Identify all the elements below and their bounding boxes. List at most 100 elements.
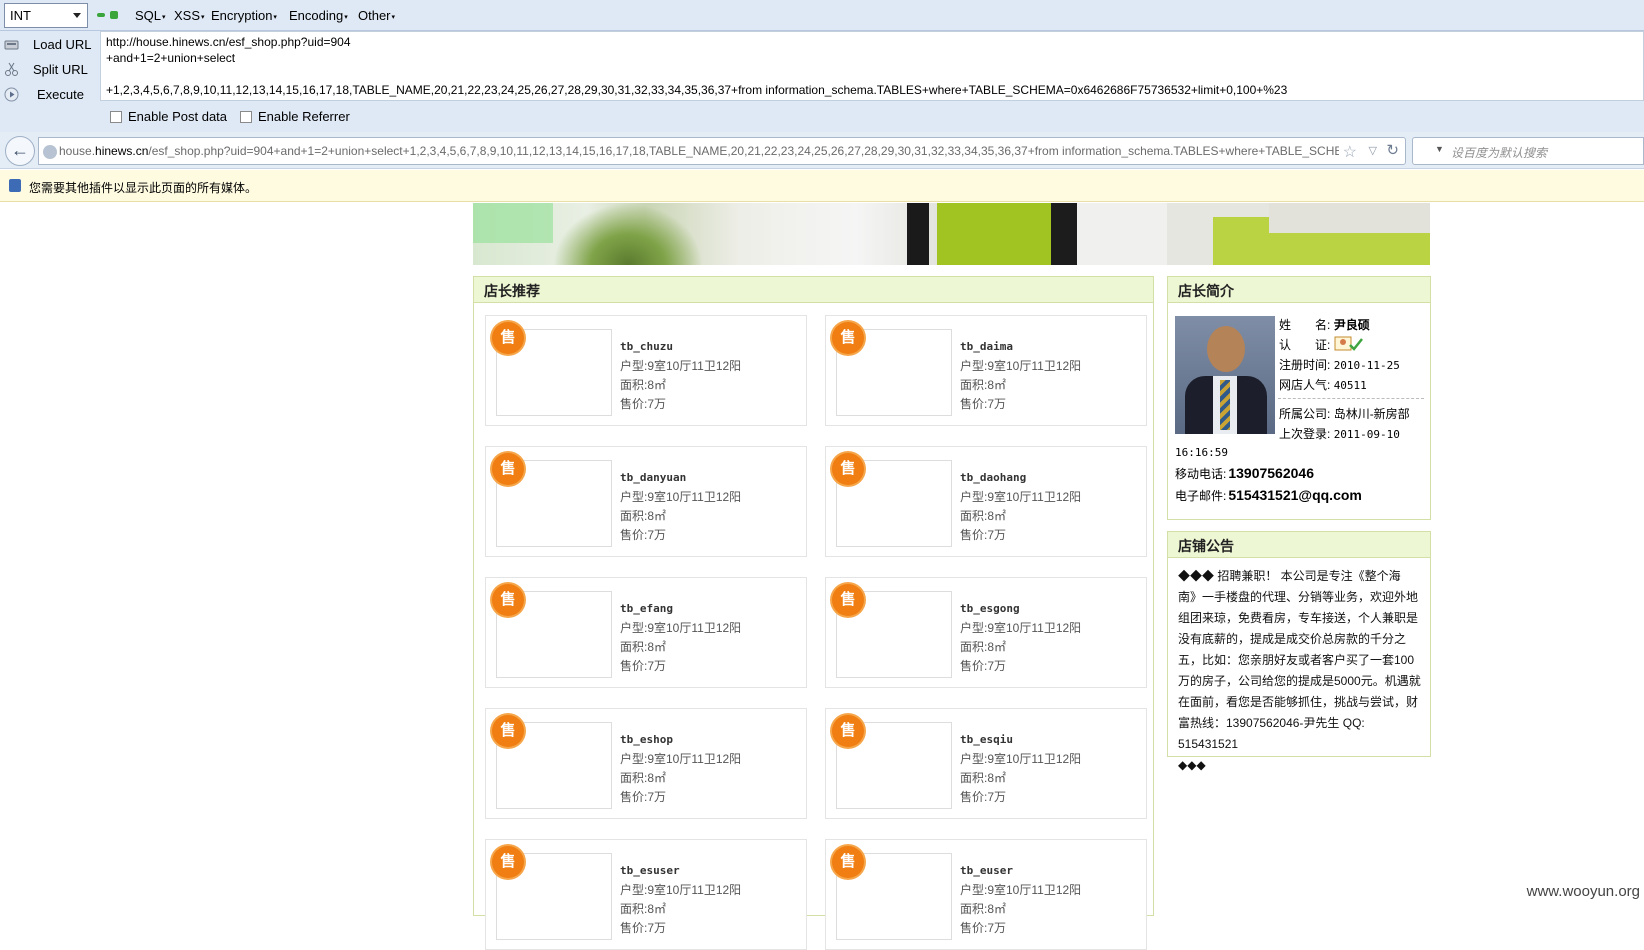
listing-price: 售价:7万 xyxy=(620,659,667,673)
url-line: +and+1=2+union+select xyxy=(106,51,236,65)
listing-name[interactable]: tb_eshop xyxy=(620,733,673,746)
for-sale-badge: 售 xyxy=(832,453,864,485)
listing-price: 售价:7万 xyxy=(620,528,667,542)
listing-card[interactable]: 售 tb_esgong 户型:9室10厅11卫12阳 面积:8㎡ 售价:7万 xyxy=(825,577,1147,688)
hackbar-type-select[interactable]: INT xyxy=(4,3,88,28)
for-sale-badge: 售 xyxy=(832,322,864,354)
checkbox-icon xyxy=(110,111,122,123)
search-bar[interactable]: ▼ 设百度为默认搜索 xyxy=(1412,137,1644,165)
load-url-button[interactable]: Load URL xyxy=(0,33,100,57)
listing-price: 售价:7万 xyxy=(620,397,667,411)
back-button[interactable]: ← xyxy=(5,136,35,166)
listing-name[interactable]: tb_esuser xyxy=(620,864,680,877)
recommend-panel: 店长推荐 售 tb_chuzu 户型:9室10厅11卫12阳 面积:8㎡ 售价:7万售 t… xyxy=(473,276,1154,950)
listing-name[interactable]: tb_danyuan xyxy=(620,471,686,484)
menu-encoding-label: Encoding xyxy=(289,8,344,23)
address-text: house.hinews.cn/esf_shop.php?uid=904+and… xyxy=(59,144,1339,158)
listing-area: 面积:8㎡ xyxy=(960,509,1007,523)
enable-referrer-checkbox[interactable]: Enable Referrer xyxy=(240,109,350,124)
name-label: 姓 名: xyxy=(1279,318,1331,332)
reg-time-row: 注册时间: 2010-11-25 xyxy=(1279,356,1400,373)
listing-layout: 户型:9室10厅11卫12阳 xyxy=(620,359,742,373)
listing-name[interactable]: tb_esgong xyxy=(960,602,1020,615)
listing-layout: 户型:9室10厅11卫12阳 xyxy=(960,490,1082,504)
popularity-label: 网店人气: xyxy=(1279,378,1331,392)
email-row: 电子邮件: 515431521@qq.com xyxy=(1175,487,1362,504)
listing-name[interactable]: tb_euser xyxy=(960,864,1013,877)
listing-card[interactable]: 售 tb_efang 户型:9室10厅11卫12阳 面积:8㎡ 售价:7万 xyxy=(485,577,807,688)
listing-card[interactable]: 售 tb_eshop 户型:9室10厅11卫12阳 面积:8㎡ 售价:7万 xyxy=(485,708,807,819)
menu-other[interactable]: Other▾ xyxy=(358,8,395,23)
split-url-label: Split URL xyxy=(33,62,88,77)
phone-row: 移动电话: 13907562046 xyxy=(1175,465,1314,482)
url-textarea[interactable]: http://house.hinews.cn/esf_shop.php?uid=… xyxy=(100,31,1644,101)
hackbar-toolbar: INT SQL▾ XSS▾ Encryption▾ Encoding▾ Othe… xyxy=(0,0,1644,31)
phone-label: 移动电话: xyxy=(1175,467,1227,481)
watermark: www.wooyun.org xyxy=(1526,883,1640,900)
enable-post-checkbox[interactable]: Enable Post data xyxy=(110,109,227,124)
plus-icon[interactable] xyxy=(110,11,118,19)
listing-card[interactable]: 售 tb_esqiu 户型:9室10厅11卫12阳 面积:8㎡ 售价:7万 xyxy=(825,708,1147,819)
email-label: 电子邮件: xyxy=(1175,489,1227,503)
menu-encryption[interactable]: Encryption▾ xyxy=(211,8,277,23)
listing-price: 售价:7万 xyxy=(960,659,1007,673)
minus-icon[interactable] xyxy=(97,13,105,17)
menu-sql[interactable]: SQL▾ xyxy=(135,8,166,23)
recommend-title: 店长推荐 xyxy=(474,277,1153,303)
listing-area: 面积:8㎡ xyxy=(960,640,1007,654)
search-engine-dropdown-icon[interactable]: ▼ xyxy=(1435,144,1444,154)
listing-card[interactable]: 售 tb_euser 户型:9室10厅11卫12阳 面积:8㎡ 售价:7万 xyxy=(825,839,1147,950)
listing-area: 面积:8㎡ xyxy=(960,771,1007,785)
back-arrow-icon: ← xyxy=(11,140,29,160)
enable-post-label: Enable Post data xyxy=(128,109,228,124)
history-dropdown-icon[interactable]: ▽ xyxy=(1369,144,1377,157)
checkbox-icon xyxy=(240,111,252,123)
listing-name[interactable]: tb_efang xyxy=(620,602,673,615)
globe-icon xyxy=(43,145,57,159)
notice-text: ◆◆◆ 招聘兼职！ 本公司是专注《整个海 南》一手楼盘的代理、分销等业务，欢迎外地… xyxy=(1178,566,1424,776)
for-sale-badge: 售 xyxy=(492,322,524,354)
company-row: 所属公司: 岛林川-新房部 xyxy=(1279,405,1410,422)
last-login-time-row: 16:16:59 xyxy=(1175,445,1228,459)
for-sale-badge: 售 xyxy=(492,584,524,616)
notice-line: ◆◆◆ 招聘兼职！ 本公司是专注《整个海 xyxy=(1178,569,1401,583)
last-login-label: 上次登录: xyxy=(1279,427,1331,441)
listing-card[interactable]: 售 tb_daohang 户型:9室10厅11卫12阳 面积:8㎡ 售价:7万 xyxy=(825,446,1147,557)
notice-line: 万的房子，公司给您的提成是5000元。机遇就 xyxy=(1178,674,1421,688)
shop-notice-panel: 店铺公告 ◆◆◆ 招聘兼职！ 本公司是专注《整个海 南》一手楼盘的代理、分销等业务… xyxy=(1167,531,1431,772)
play-icon xyxy=(4,87,19,102)
listing-card[interactable]: 售 tb_esuser 户型:9室10厅11卫12阳 面积:8㎡ 售价:7万 xyxy=(485,839,807,950)
bookmark-star-icon[interactable]: ☆ xyxy=(1343,142,1357,162)
agent-intro-panel: 店长简介 姓 名: 尹良硕 认 证: 注册时间: 2010-11-25 网店人气… xyxy=(1167,276,1431,520)
avatar xyxy=(1175,316,1275,434)
phone-value: 13907562046 xyxy=(1228,465,1314,481)
certified-id-icon xyxy=(1334,336,1363,351)
menu-xss[interactable]: XSS▾ xyxy=(174,8,205,23)
notice-line: 富热线：13907562046-尹先生 QQ: 515431521 xyxy=(1178,716,1365,751)
listing-price: 售价:7万 xyxy=(960,397,1007,411)
listing-card[interactable]: 售 tb_chuzu 户型:9室10厅11卫12阳 面积:8㎡ 售价:7万 xyxy=(485,315,807,426)
url-line: http://house.hinews.cn/esf_shop.php?uid=… xyxy=(106,35,351,49)
listing-layout: 户型:9室10厅11卫12阳 xyxy=(960,883,1082,897)
listing-name[interactable]: tb_chuzu xyxy=(620,340,673,353)
plugin-icon xyxy=(9,179,21,192)
menu-encoding[interactable]: Encoding▾ xyxy=(289,8,348,23)
listing-card[interactable]: 售 tb_daima 户型:9室10厅11卫12阳 面积:8㎡ 售价:7万 xyxy=(825,315,1147,426)
listing-layout: 户型:9室10厅11卫12阳 xyxy=(960,359,1082,373)
notice-line: 没有底薪的，提成是成交价总房款的千分之 xyxy=(1178,632,1407,646)
listing-card[interactable]: 售 tb_danyuan 户型:9室10厅11卫12阳 面积:8㎡ 售价:7万 xyxy=(485,446,807,557)
url-line: +1,2,3,4,5,6,7,8,9,10,11,12,13,14,15,16,… xyxy=(106,83,1288,97)
address-bar[interactable]: house.hinews.cn/esf_shop.php?uid=904+and… xyxy=(38,137,1406,165)
listing-layout: 户型:9室10厅11卫12阳 xyxy=(620,621,742,635)
split-url-button[interactable]: Split URL xyxy=(0,58,100,82)
email-link[interactable]: 515431521@qq.com xyxy=(1228,487,1362,503)
listing-name[interactable]: tb_daohang xyxy=(960,471,1026,484)
listing-name[interactable]: tb_esqiu xyxy=(960,733,1013,746)
last-login-date: 2011-09-10 xyxy=(1333,428,1400,441)
execute-button[interactable]: Execute xyxy=(0,83,100,107)
reload-icon[interactable]: ↻ xyxy=(1386,141,1399,159)
listing-name[interactable]: tb_daima xyxy=(960,340,1013,353)
listing-area: 面积:8㎡ xyxy=(620,902,667,916)
menu-sql-label: SQL xyxy=(135,8,162,23)
listing-layout: 户型:9室10厅11卫12阳 xyxy=(960,621,1082,635)
